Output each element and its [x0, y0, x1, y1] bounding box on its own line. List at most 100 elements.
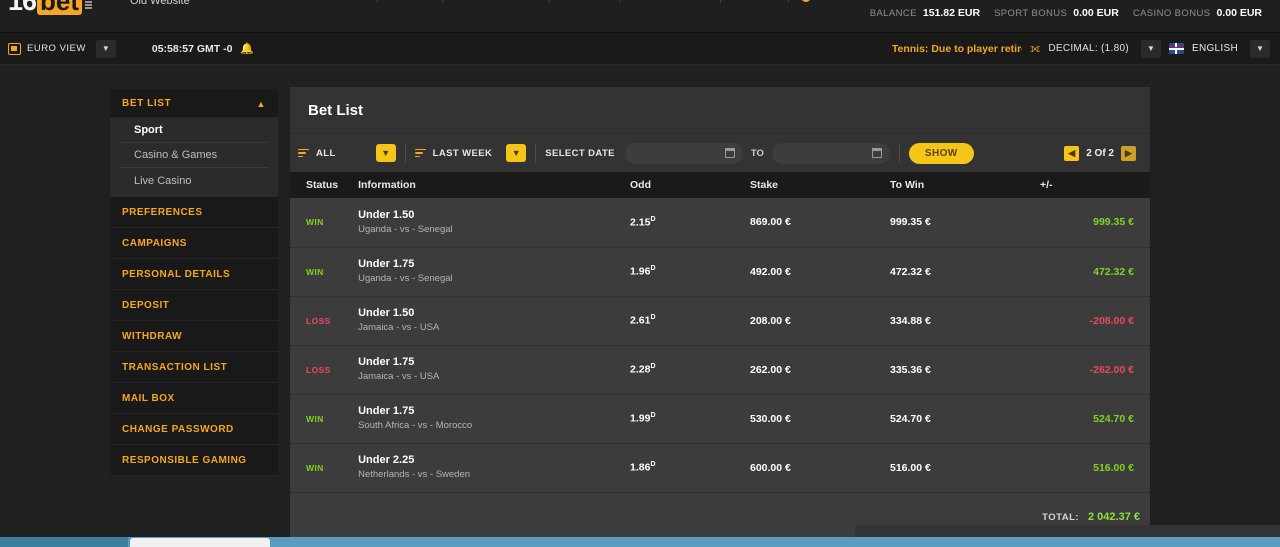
cell-status: WIN	[290, 394, 349, 444]
old-website-link[interactable]: Old Website	[130, 0, 190, 7]
casino-bonus-label: CASINO BONUS	[1132, 8, 1211, 19]
sidebar-item-preferences[interactable]: PREFERENCES	[110, 197, 278, 228]
euro-view-selector[interactable]: EURO VIEW ▼	[8, 39, 116, 58]
status-badge: WIN	[306, 266, 324, 277]
nav-item-casino[interactable]: CASINO	[551, 0, 619, 3]
toolbar-divider	[898, 143, 900, 163]
table-row[interactable]: LOSS Under 1.75 Jamaica - vs - USA 2.28D…	[290, 345, 1150, 395]
column-header-profit-loss: +/-	[1030, 172, 1150, 198]
cell-stake: 600.00 €	[740, 443, 880, 493]
sidebar-item-transaction-list[interactable]: TRANSACTION LIST	[110, 352, 278, 383]
sidebar-item-label: Sport	[134, 124, 163, 136]
nav-item-live-betting[interactable]: LIVE BETTING	[444, 0, 548, 3]
cell-profit-loss: 524.70 €	[1030, 394, 1150, 444]
sidebar-item-change-password[interactable]: CHANGE PASSWORD	[110, 414, 278, 445]
cell-information: Under 2.25 Netherlands - vs - Sweden	[348, 443, 620, 493]
nav-item-promotions-label: PROMOTIONS	[815, 0, 897, 3]
filter-all-chevron-down-icon[interactable]: ▼	[375, 144, 396, 162]
language-chevron-down-icon[interactable]: ▼	[1250, 39, 1270, 58]
language-label: ENGLISH	[1191, 43, 1238, 54]
news-ticker[interactable]: Tennis: Due to player retire	[892, 43, 1022, 55]
cell-profit-loss: -262.00 €	[1030, 345, 1150, 395]
table-row[interactable]: WIN Under 1.50 Uganda - vs - Senegal 2.1…	[290, 198, 1150, 248]
clock-text: 05:58:57 GMT -0	[151, 42, 233, 55]
cell-status: LOSS	[290, 296, 349, 346]
table-row[interactable]: WIN Under 1.75 South Africa - vs - Moroc…	[290, 394, 1150, 444]
euro-view-chevron-down-icon[interactable]: ▼	[95, 39, 116, 58]
bet-match: Jamaica - vs - USA	[358, 322, 440, 334]
filter-all-control[interactable]: ALL	[298, 148, 336, 159]
sidebar-item-deposit[interactable]: DEPOSIT	[110, 290, 278, 321]
bell-icon[interactable]: 🔔	[240, 42, 254, 55]
nav-item-home[interactable]: HOME	[318, 0, 376, 3]
filter-toolbar: ALL ▼ LAST WEEK ▼ SELECT DATE TO SHOW ◀ …	[290, 134, 1150, 172]
sidebar-item-live-casino[interactable]: Live Casino	[120, 168, 268, 193]
sidebar-item-label: DEPOSIT	[122, 299, 170, 311]
bet-match: South Africa - vs - Morocco	[358, 420, 473, 432]
sidebar-item-label: RESPONSIBLE GAMING	[122, 454, 247, 466]
odd-value: 2.28	[630, 363, 651, 376]
odds-format-chevron-down-icon[interactable]: ▼	[1140, 39, 1161, 58]
bet-list-table: Status Information Odd Stake To Win +/- …	[290, 172, 1150, 542]
sidebar-item-label: PERSONAL DETAILS	[122, 268, 231, 280]
odd-format-suffix: D	[650, 363, 656, 371]
logo-text: 16	[8, 0, 37, 17]
date-from-input[interactable]	[624, 142, 743, 164]
filter-period-control[interactable]: LAST WEEK	[414, 148, 493, 159]
calendar-icon	[724, 147, 736, 158]
pagination-prev-chevron-left-icon[interactable]: ◀	[1064, 145, 1080, 161]
cell-profit-loss: -208.00 €	[1030, 296, 1150, 346]
sport-bonus-label: SPORT BONUS	[994, 8, 1068, 19]
pagination-label: 2 Of 2	[1086, 147, 1114, 159]
nav-item-games[interactable]: GAMES	[722, 0, 787, 3]
sidebar-section-label: BET LIST	[122, 98, 172, 109]
sidebar-item-mail-box[interactable]: MAIL BOX	[110, 383, 278, 414]
sidebar-item-casino-games[interactable]: Casino & Games	[120, 143, 268, 168]
cell-to-win: 334.88 €	[880, 296, 1030, 346]
cell-stake: 530.00 €	[740, 394, 880, 444]
sidebar-item-withdraw[interactable]: WITHDRAW	[110, 321, 278, 352]
bet-match: Uganda - vs - Senegal	[358, 273, 453, 285]
cell-information: Under 1.50 Uganda - vs - Senegal	[348, 198, 620, 248]
sidebar-item-responsible-gaming[interactable]: RESPONSIBLE GAMING	[110, 445, 278, 476]
filter-period-chevron-down-icon[interactable]: ▼	[506, 144, 527, 162]
odd-format-suffix: D	[650, 216, 656, 223]
cell-odd: 2.61D	[620, 296, 740, 346]
nav-item-promotions[interactable]: PROMOTIONS	[790, 0, 908, 3]
show-button[interactable]: SHOW	[908, 142, 974, 164]
bet-title: Under 1.50	[358, 209, 415, 222]
filter-lines-icon	[298, 148, 309, 158]
utility-bar: EURO VIEW ▼ 05:58:57 GMT -0 🔔 Tennis: Du…	[0, 33, 1280, 65]
sidebar-item-personal-details[interactable]: PERSONAL DETAILS	[110, 259, 278, 290]
status-badge: WIN	[306, 462, 324, 473]
nav-item-sport[interactable]: SPORT	[379, 0, 442, 3]
table-row[interactable]: LOSS Under 1.50 Jamaica - vs - USA 2.61D…	[290, 296, 1150, 346]
status-badge: WIN	[306, 217, 324, 228]
chevron-up-icon: ▲	[256, 98, 266, 109]
sidebar-item-campaigns[interactable]: CAMPAIGNS	[110, 228, 278, 259]
sidebar-item-label: Casino & Games	[134, 149, 218, 161]
pagination-next-chevron-right-icon[interactable]: ▶	[1121, 145, 1136, 161]
cell-information: Under 1.75 South Africa - vs - Morocco	[348, 394, 620, 444]
cell-to-win: 472.32 €	[880, 247, 1030, 297]
select-date-label: SELECT DATE	[545, 147, 615, 159]
sidebar-subitems: Sport Casino & Games Live Casino	[110, 118, 278, 197]
sport-bonus-value: 0.00 EUR	[1073, 7, 1119, 19]
sidebar-item-label: Live Casino	[134, 174, 192, 187]
table-row[interactable]: WIN Under 2.25 Netherlands - vs - Sweden…	[290, 443, 1150, 493]
bet-match: Jamaica - vs - USA	[358, 371, 440, 383]
sidebar-section-bet-list[interactable]: BET LIST ▲	[110, 90, 278, 118]
site-logo[interactable]: 16 bet	[8, 0, 93, 17]
nav-item-live-casino[interactable]: LIVE CASINO	[622, 0, 720, 3]
balance-value: 151.82 EUR	[922, 7, 981, 19]
date-to-input[interactable]	[771, 142, 890, 164]
pagination: ◀ 2 Of 2 ▶	[1064, 145, 1136, 161]
sidebar-item-sport[interactable]: Sport	[120, 118, 268, 143]
table-row[interactable]: WIN Under 1.75 Uganda - vs - Senegal 1.9…	[290, 247, 1150, 297]
browser-tab[interactable]	[130, 538, 270, 547]
casino-bonus-value: 0.00 EUR	[1216, 7, 1262, 19]
odd-format-suffix: D	[650, 314, 656, 322]
cell-profit-loss: 472.32 €	[1030, 247, 1150, 297]
cell-to-win: 335.36 €	[880, 345, 1030, 395]
masthead: 16 bet Old Website HOME | SPORT | LIVE B…	[0, 0, 1280, 33]
